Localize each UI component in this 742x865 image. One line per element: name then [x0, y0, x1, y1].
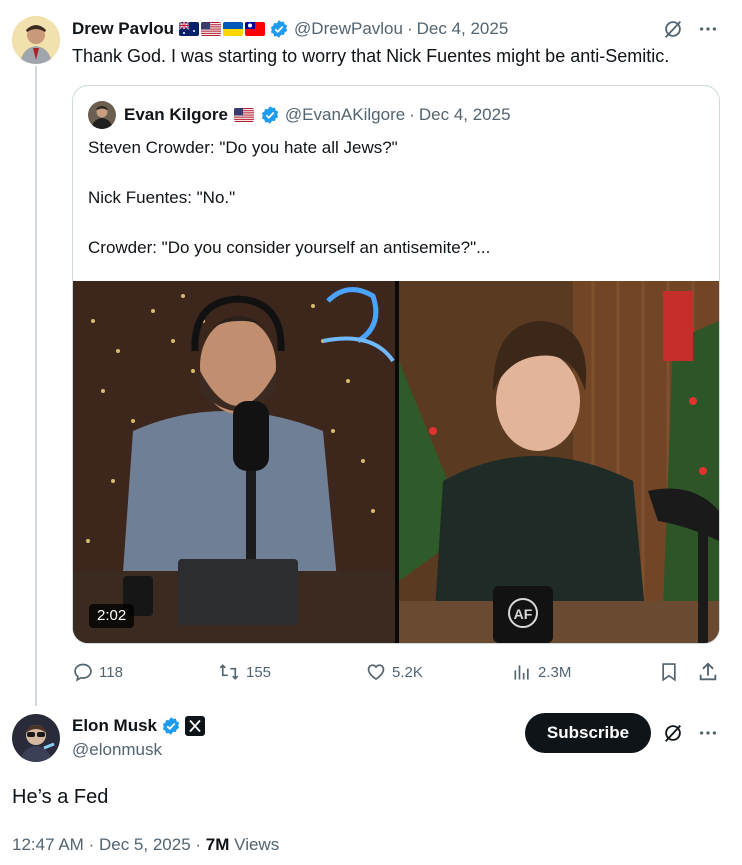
separator-dot: ·	[88, 835, 95, 854]
usa-flag-icon	[201, 22, 222, 36]
quoted-text-line-1: Steven Crowder: "Do you hate all Jews?"	[88, 138, 398, 157]
quoted-text-line-3: Crowder: "Do you consider yourself an an…	[88, 238, 491, 257]
reply-count: 118	[99, 663, 123, 681]
australia-flag-icon	[179, 22, 200, 36]
verified-badge-icon	[162, 717, 180, 735]
bookmark-icon[interactable]	[659, 661, 679, 683]
quoted-post-date[interactable]: Dec 4, 2025	[419, 105, 511, 125]
separator-dot: ·	[195, 835, 202, 854]
usa-flag-icon	[233, 108, 254, 122]
views-chart-icon	[514, 665, 529, 680]
views-count: 2.3M	[538, 663, 572, 681]
post-text: He’s a Fed	[12, 786, 109, 808]
author-handle[interactable]: @DrewPavlou	[294, 19, 403, 39]
quoted-avatar[interactable]	[88, 101, 116, 129]
repost-count: 155	[246, 663, 272, 681]
post-header: Elon Musk	[72, 714, 206, 738]
views-button[interactable]: 2.3M	[512, 660, 571, 684]
post-text: Thank God. I was starting to worry that …	[72, 46, 670, 66]
verified-badge-icon	[261, 106, 279, 124]
grok-icon[interactable]	[662, 18, 684, 40]
post-time[interactable]: 12:47 AM	[12, 835, 84, 854]
thread-connector-line	[35, 66, 37, 706]
author-handle[interactable]: @elonmusk	[72, 740, 162, 760]
mug-logo-text: AF	[514, 606, 533, 622]
avatar[interactable]	[12, 714, 60, 762]
separator-dot: ·	[409, 105, 415, 124]
heart-icon	[367, 664, 385, 681]
author-name[interactable]: Drew Pavlou	[72, 19, 174, 39]
quoted-header: Evan Kilgore @EvanAKilgore · Dec 4, 2025	[124, 103, 511, 127]
quoted-text-line-2: Nick Fuentes: "No."	[88, 188, 236, 207]
x-affiliate-badge-icon	[185, 716, 206, 736]
repost-icon	[219, 664, 239, 680]
share-icon[interactable]	[697, 661, 719, 683]
post-meta: 12:47 AM · Dec 5, 2025 · 7M Views	[12, 835, 279, 855]
grok-icon[interactable]	[662, 722, 684, 744]
subscribe-button[interactable]: Subscribe	[525, 713, 651, 753]
ukraine-flag-icon	[223, 22, 244, 36]
more-options-icon[interactable]	[697, 722, 719, 744]
post-date[interactable]: Dec 5, 2025	[99, 835, 191, 854]
reply-icon	[74, 663, 92, 682]
quoted-post[interactable]: Evan Kilgore @EvanAKilgore · Dec 4, 2025…	[72, 85, 720, 644]
views-count: 7M	[205, 835, 230, 854]
taiwan-flag-icon	[245, 22, 266, 36]
post-date[interactable]: Dec 4, 2025	[417, 19, 509, 39]
more-options-icon[interactable]	[697, 18, 719, 40]
views-label: Views	[234, 835, 280, 854]
post-header: Drew Pavlou @DrewPavlou · Dec 4, 2025	[72, 17, 508, 41]
author-name[interactable]: Elon Musk	[72, 716, 157, 736]
verified-badge-icon	[270, 20, 288, 38]
quoted-author-name[interactable]: Evan Kilgore	[124, 105, 228, 125]
avatar[interactable]	[12, 16, 60, 64]
video-thumbnail: AF	[73, 281, 719, 643]
like-count: 5.2K	[392, 663, 423, 681]
separator-dot: ·	[406, 19, 413, 38]
video-player[interactable]: AF	[73, 281, 719, 643]
repost-button[interactable]: 155	[218, 660, 271, 684]
flag-emojis	[179, 22, 267, 36]
quoted-author-handle[interactable]: @EvanAKilgore	[285, 105, 405, 125]
reply-button[interactable]: 118	[73, 660, 123, 684]
video-duration-badge: 2:02	[89, 604, 135, 628]
like-button[interactable]: 5.2K	[366, 660, 423, 684]
